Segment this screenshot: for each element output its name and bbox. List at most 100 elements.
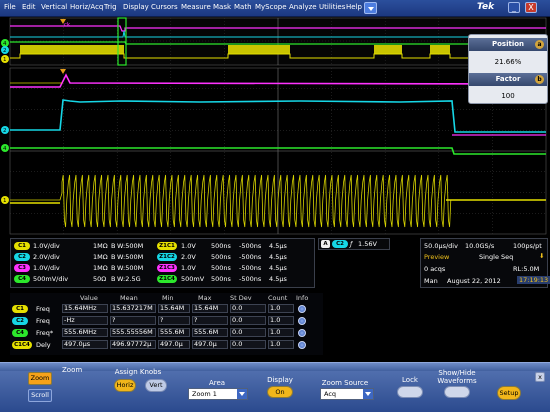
- measurement-table[interactable]: Value Mean Min Max St Dev Count Info C1 F…: [10, 293, 323, 355]
- col-value: Value: [80, 294, 98, 302]
- zoom-offset: -500ns: [239, 275, 262, 283]
- menu-vertical[interactable]: Vertical: [41, 3, 67, 11]
- measurement-name: Freq: [36, 317, 50, 325]
- waveform-display[interactable]: ck 4 2 1 2 4 1 Position a 21.66% Factor …: [0, 17, 550, 235]
- close-window-button[interactable]: X: [525, 2, 537, 13]
- zoom-position: 4.5μs: [269, 253, 287, 261]
- measurement-min: ?: [158, 316, 190, 325]
- menu-trig[interactable]: Trig: [104, 3, 117, 11]
- zoom-knob-panel[interactable]: Position a 21.66% Factor b 100: [468, 34, 548, 104]
- zoom-badge[interactable]: Z1C1: [157, 242, 177, 250]
- menu-help[interactable]: Help: [346, 3, 362, 11]
- channel-badge[interactable]: C2: [14, 253, 30, 261]
- svg-text:4: 4: [3, 146, 7, 152]
- col-min: Min: [162, 294, 174, 302]
- horiz-knob-button[interactable]: Horiz: [114, 379, 136, 392]
- minimize-button[interactable]: _: [508, 2, 520, 13]
- tab-scroll[interactable]: Scroll: [28, 389, 52, 402]
- channel-bw-icon: B: [111, 253, 116, 261]
- col-stdev: St Dev: [230, 294, 252, 302]
- zoom-source-label: Zoom Source: [321, 379, 369, 387]
- menu-mask[interactable]: Mask: [213, 3, 231, 11]
- acquisition-readout[interactable]: 50.0μs/div 10.0GS/s 100ps/pt Preview Sin…: [420, 238, 550, 288]
- menu-file[interactable]: File: [4, 3, 16, 11]
- assign-knobs-label: Assign Knobs: [114, 368, 162, 376]
- measurement-max: 497.0μ: [192, 340, 228, 349]
- zoom-source-select[interactable]: Acq: [320, 388, 374, 400]
- measurement-max: ?: [192, 316, 228, 325]
- close-control-button[interactable]: x: [535, 372, 545, 382]
- channel-badge[interactable]: C1: [14, 242, 30, 250]
- zoom-vscale: 500mV: [181, 275, 205, 283]
- menu-utilities[interactable]: Utilities: [319, 3, 345, 11]
- measurement-value: -Hz: [62, 316, 108, 325]
- menu-dropdown-button[interactable]: [364, 2, 377, 14]
- menu-myscope[interactable]: MyScope: [255, 3, 287, 11]
- area-select[interactable]: Zoom 1: [188, 388, 248, 400]
- channel-bandwidth: W:500M: [117, 264, 144, 272]
- setup-button[interactable]: Setup: [497, 386, 521, 400]
- measurement-source: C1: [12, 305, 28, 313]
- control-title: Zoom: [62, 366, 83, 374]
- channel-scale: 1.0V/div: [33, 264, 60, 272]
- info-icon[interactable]: [298, 317, 306, 325]
- menu-math[interactable]: Math: [234, 3, 252, 11]
- channel-impedance: 1MΩ: [93, 253, 108, 261]
- menu-analyze[interactable]: Analyze: [289, 3, 317, 11]
- measurement-name: Dely: [36, 341, 51, 349]
- menu-measure[interactable]: Measure: [181, 3, 211, 11]
- col-max: Max: [198, 294, 212, 302]
- lock-toggle[interactable]: [397, 386, 423, 398]
- zoom-tscale: 500ns: [211, 242, 231, 250]
- info-icon[interactable]: [298, 305, 306, 313]
- zoom-offset: -500ns: [239, 242, 262, 250]
- channel-readout-panel: C1 1.0V/div 1MΩ B W:500M Z1C1 1.0V 500ns -500ns 4…: [10, 238, 315, 288]
- date: August 22, 2012: [447, 277, 501, 285]
- info-icon[interactable]: [298, 329, 306, 337]
- channel-scale: 2.0V/div: [33, 253, 60, 261]
- zoom-vscale: 2.0V: [181, 253, 196, 261]
- trigger-slope-icon: ƒ: [350, 240, 353, 248]
- sample-rate: 10.0GS/s: [465, 242, 495, 250]
- knob-a-badge: a: [535, 40, 544, 49]
- position-value[interactable]: 21.66%: [469, 58, 547, 66]
- menu-bar: File Edit Vertical Horiz/Acq Trig Displa…: [0, 0, 550, 17]
- menu-horiz-acq[interactable]: Horiz/Acq: [70, 3, 103, 11]
- menu-edit[interactable]: Edit: [22, 3, 36, 11]
- zoom-badge[interactable]: Z1C3: [157, 264, 177, 272]
- channel-bandwidth: W:500M: [117, 242, 144, 250]
- tab-zoom[interactable]: Zoom: [28, 372, 52, 385]
- show-hide-toggle[interactable]: [444, 386, 470, 398]
- acq-arrow-icon: ⬇: [539, 252, 545, 260]
- svg-text:2: 2: [3, 48, 7, 54]
- channel-bw-icon: B: [111, 242, 116, 250]
- zoom-badge[interactable]: Z1C4: [157, 275, 177, 283]
- measurement-value: 497.0μs: [62, 340, 108, 349]
- channel-impedance: 50Ω: [93, 275, 107, 283]
- svg-text:ck: ck: [64, 22, 71, 28]
- trigger-readout[interactable]: A C2 ƒ 1.56V: [318, 238, 390, 250]
- zoom-offset: -500ns: [239, 264, 262, 272]
- zoom-badge[interactable]: Z1C2: [157, 253, 177, 261]
- channel-bandwidth: W:2.5G: [117, 275, 141, 283]
- channel-bw-icon: B: [111, 264, 116, 272]
- menu-display[interactable]: Display: [123, 3, 149, 11]
- overview-c1-bursts: [20, 45, 450, 54]
- channel-badge[interactable]: C3: [14, 264, 30, 272]
- channel-scale: 500mV/div: [33, 275, 69, 283]
- measurement-min: 15.64M: [158, 304, 190, 313]
- knob-b-badge: b: [535, 75, 544, 84]
- oscilloscope-app: File Edit Vertical Horiz/Acq Trig Displa…: [0, 0, 550, 412]
- factor-value[interactable]: 100: [469, 92, 547, 100]
- channel-badge[interactable]: C4: [14, 275, 30, 283]
- svg-text:1: 1: [3, 198, 7, 204]
- channel-impedance: 1MΩ: [93, 242, 108, 250]
- vert-knob-button[interactable]: Vert: [145, 379, 167, 392]
- display-toggle[interactable]: On: [267, 386, 293, 398]
- zoom-position: 4.5μs: [269, 264, 287, 272]
- acq-count: 0 acqs: [424, 265, 446, 273]
- info-icon[interactable]: [298, 341, 306, 349]
- channel-bw-icon: B: [111, 275, 116, 283]
- measurement-mean: 496.97772μ: [110, 340, 156, 349]
- menu-cursors[interactable]: Cursors: [151, 3, 178, 11]
